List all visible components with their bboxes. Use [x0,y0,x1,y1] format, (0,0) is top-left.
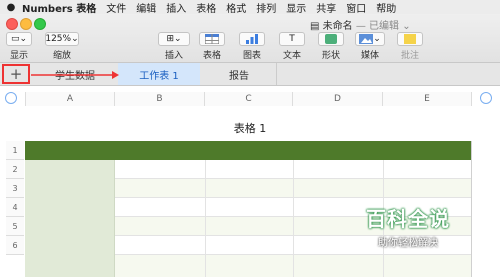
row-header-5[interactable]: 5 [6,217,24,236]
zoom-value: 125% [45,34,72,44]
insert-label: 插入 [164,51,183,61]
menu-table[interactable]: 表格 [196,0,216,15]
shape-label: 形状 [321,51,340,61]
menu-edit[interactable]: 编辑 [136,0,156,15]
view-label: 显示 [9,51,28,61]
document-status: — 已编辑 [355,21,400,32]
table-header-row[interactable] [25,141,472,160]
document-name: 未命名 [322,21,353,32]
document-title[interactable]: ▤ 未命名 — 已编辑 ⌄ [310,17,411,32]
table-icon [199,32,225,46]
sidebar-icon: ▭⌄ [6,32,32,46]
tab-report[interactable]: 报告 [202,63,277,85]
column-header-a[interactable]: A [25,92,115,106]
media-label: 媒体 [360,51,379,61]
menu-share[interactable]: 共享 [316,0,336,15]
row-header-2[interactable]: 2 [6,160,24,179]
media-button[interactable]: ⌄ 媒体 [355,32,385,61]
zoom-window-button[interactable] [34,18,46,30]
menu-format[interactable]: 格式 [226,0,246,15]
text-icon: T [279,32,305,46]
zoom-select[interactable]: 125% ⌄ [45,32,79,46]
chart-label: 图表 [242,51,261,61]
menu-view[interactable]: 显示 [286,0,306,15]
menu-file[interactable]: 文件 [106,0,126,15]
menu-insert[interactable]: 插入 [166,0,186,15]
insert-button[interactable]: ⊞⌄ 插入 [158,32,190,61]
shape-icon [318,32,344,46]
watermark: 百科全说 助你轻松解决 [366,203,450,249]
menu-arrange[interactable]: 排列 [256,0,276,15]
table-label: 表格 [202,51,221,61]
table-right-edge [471,141,472,277]
watermark-title: 百科全说 [366,207,450,231]
column-header-d[interactable]: D [293,92,383,106]
menu-app-name[interactable]: Numbers 表格 [22,0,96,15]
row-header-6[interactable]: 6 [6,236,24,255]
select-all-handle[interactable] [5,92,17,104]
chart-button[interactable]: 图表 [239,32,265,61]
column-divider [205,160,206,277]
minimize-window-button[interactable] [20,18,32,30]
comment-icon [397,32,423,46]
annotation-arrow [31,71,119,79]
chart-icon [239,32,265,46]
menu-window[interactable]: 窗口 [346,0,366,15]
shape-button[interactable]: 形状 [318,32,344,61]
comment-label: 批注 [400,51,419,61]
comment-button[interactable]: 批注 [397,32,423,61]
header-column[interactable] [25,160,115,277]
menu-bar: ● Numbers 表格 文件 编辑 插入 表格 格式 排列 显示 共享 窗口 … [0,0,500,15]
apple-icon[interactable]: ● [0,2,22,13]
table-title[interactable]: 表格 1 [0,120,500,136]
text-label: 文本 [282,51,301,61]
zoom-label: 缩放 [52,51,71,61]
media-icon: ⌄ [355,32,385,46]
row-header-3[interactable]: 3 [6,179,24,198]
table-button[interactable]: 表格 [199,32,225,61]
column-divider [293,160,294,277]
watermark-subtitle: 助你轻松解决 [378,238,438,249]
zoom-control[interactable]: 125% ⌄ 缩放 [45,32,79,61]
document-icon: ▤ [310,21,320,32]
row-header-1[interactable]: 1 [6,141,24,160]
chevron-down-icon: ⌄ [402,21,411,32]
column-header-c[interactable]: C [205,92,293,106]
chevron-down-icon: ⌄ [71,34,79,44]
row-header-4[interactable]: 4 [6,198,24,217]
column-handle[interactable] [480,92,492,104]
view-button[interactable]: ▭⌄ 显示 [6,32,32,61]
close-window-button[interactable] [6,18,18,30]
insert-icon: ⊞⌄ [158,32,190,46]
column-header-b[interactable]: B [115,92,205,106]
menu-help[interactable]: 帮助 [376,0,396,15]
column-header-e[interactable]: E [383,92,472,106]
toolbar: ▤ 未命名 — 已编辑 ⌄ ▭⌄ 显示 125% ⌄ 缩放 ⊞⌄ 插入 表格 图… [0,14,500,63]
text-button[interactable]: T 文本 [279,32,305,61]
